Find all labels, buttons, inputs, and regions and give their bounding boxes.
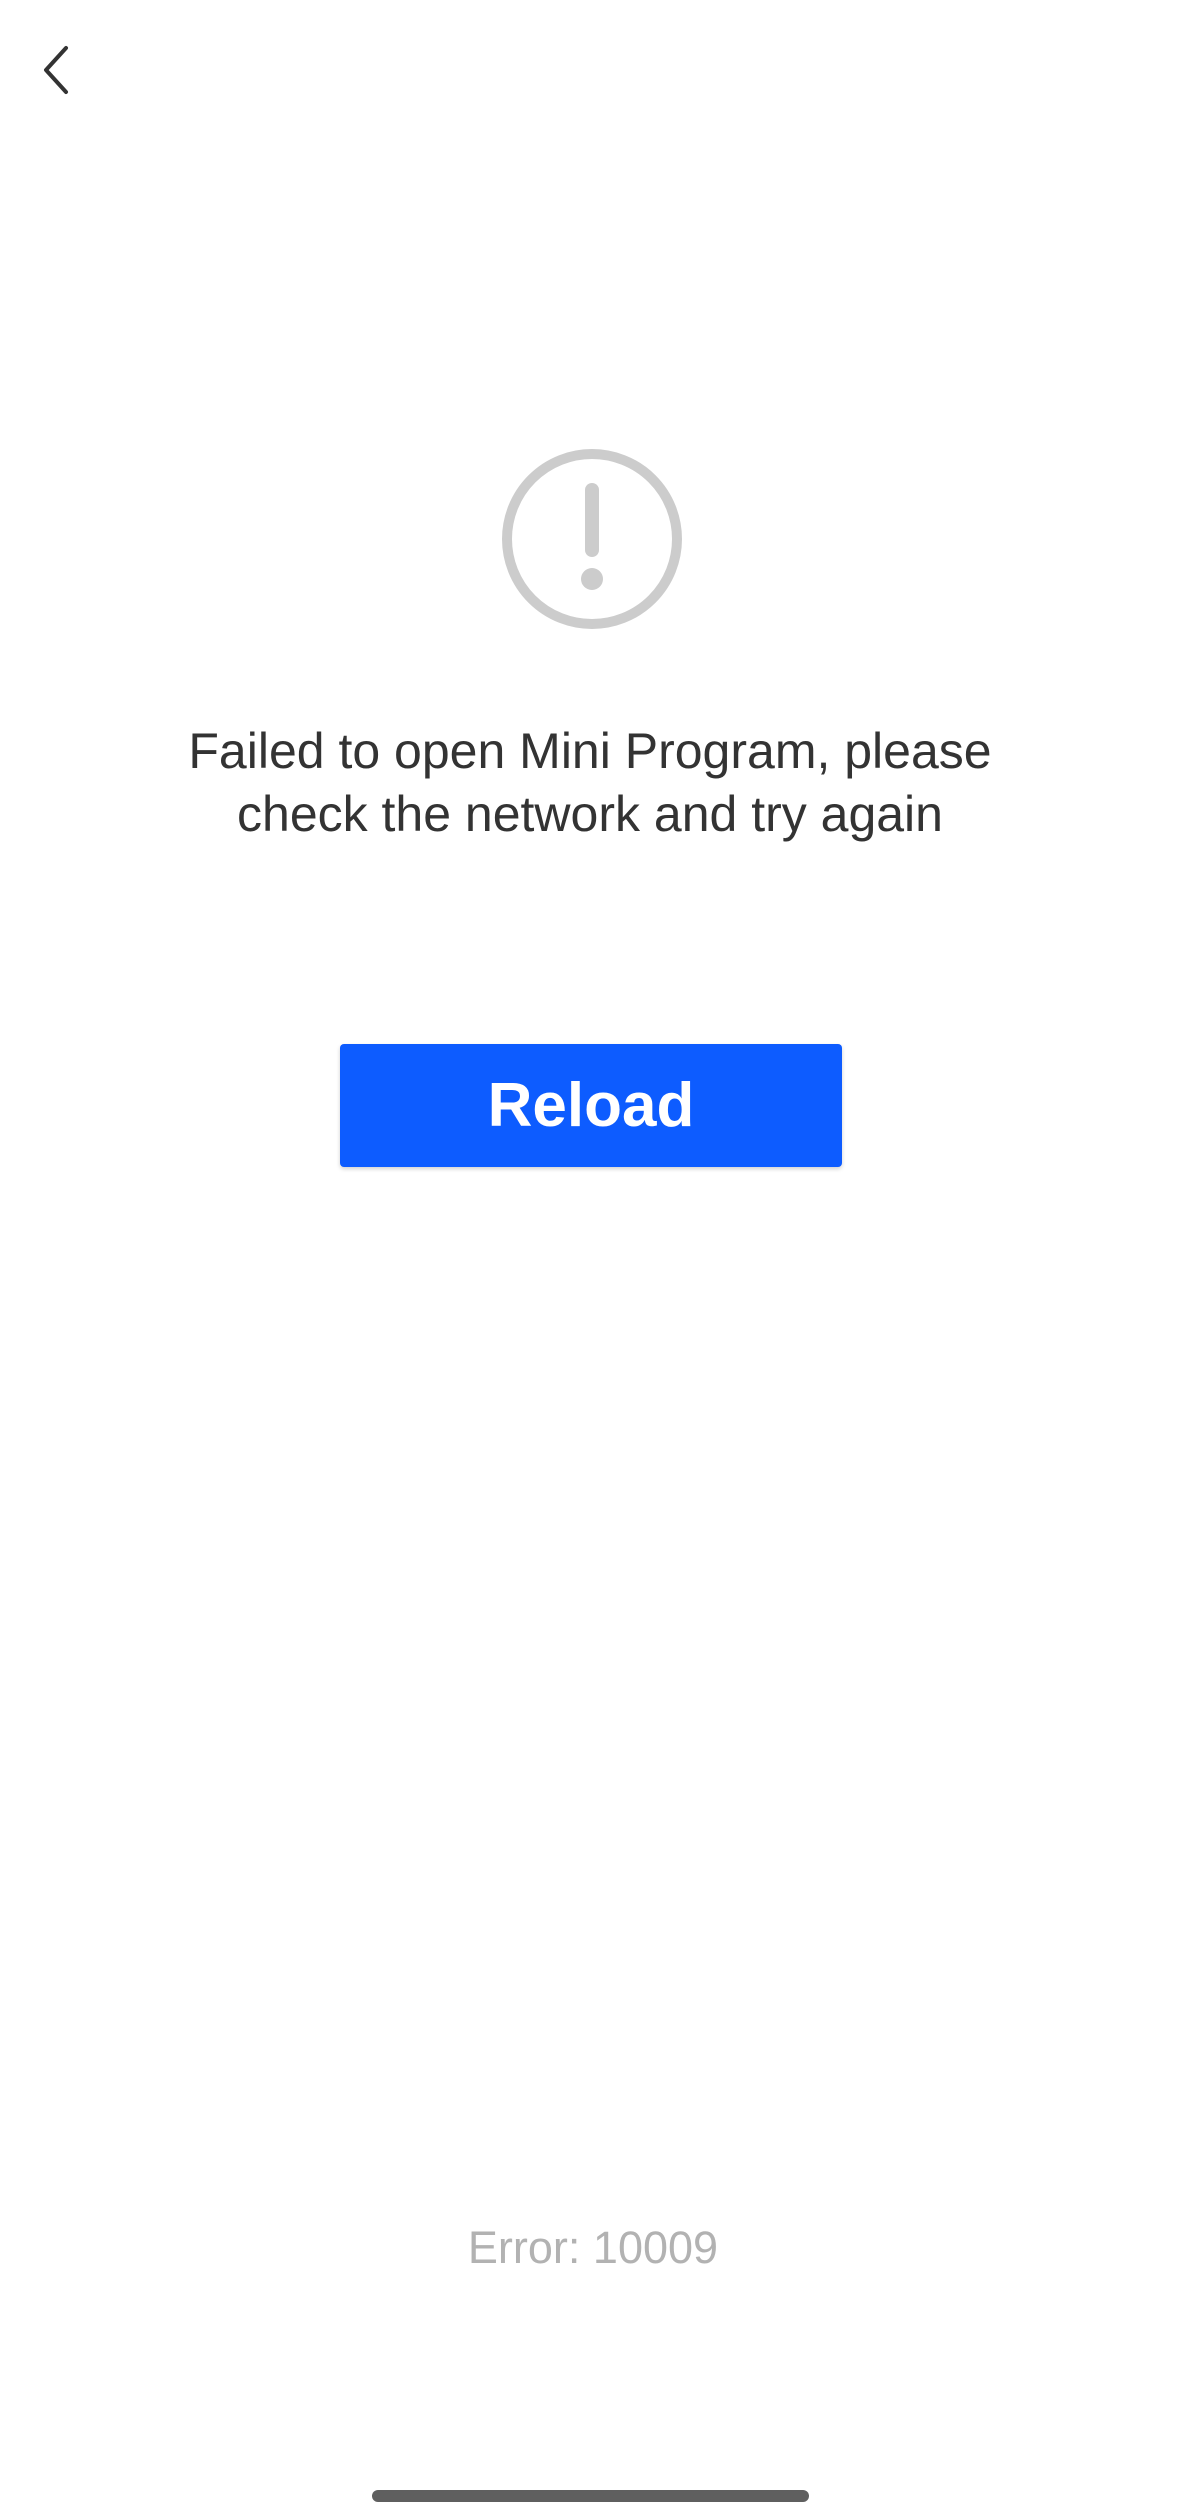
error-code: Error: 10009 (467, 2222, 719, 2273)
back-button[interactable] (24, 32, 88, 108)
reload-button[interactable]: Reload (340, 1044, 842, 1167)
error-message: Failed to open Mini Program, please chec… (188, 723, 992, 842)
chevron-left-icon (44, 46, 68, 94)
exclamation-circle-icon (499, 446, 685, 632)
home-indicator[interactable] (372, 2490, 809, 2502)
